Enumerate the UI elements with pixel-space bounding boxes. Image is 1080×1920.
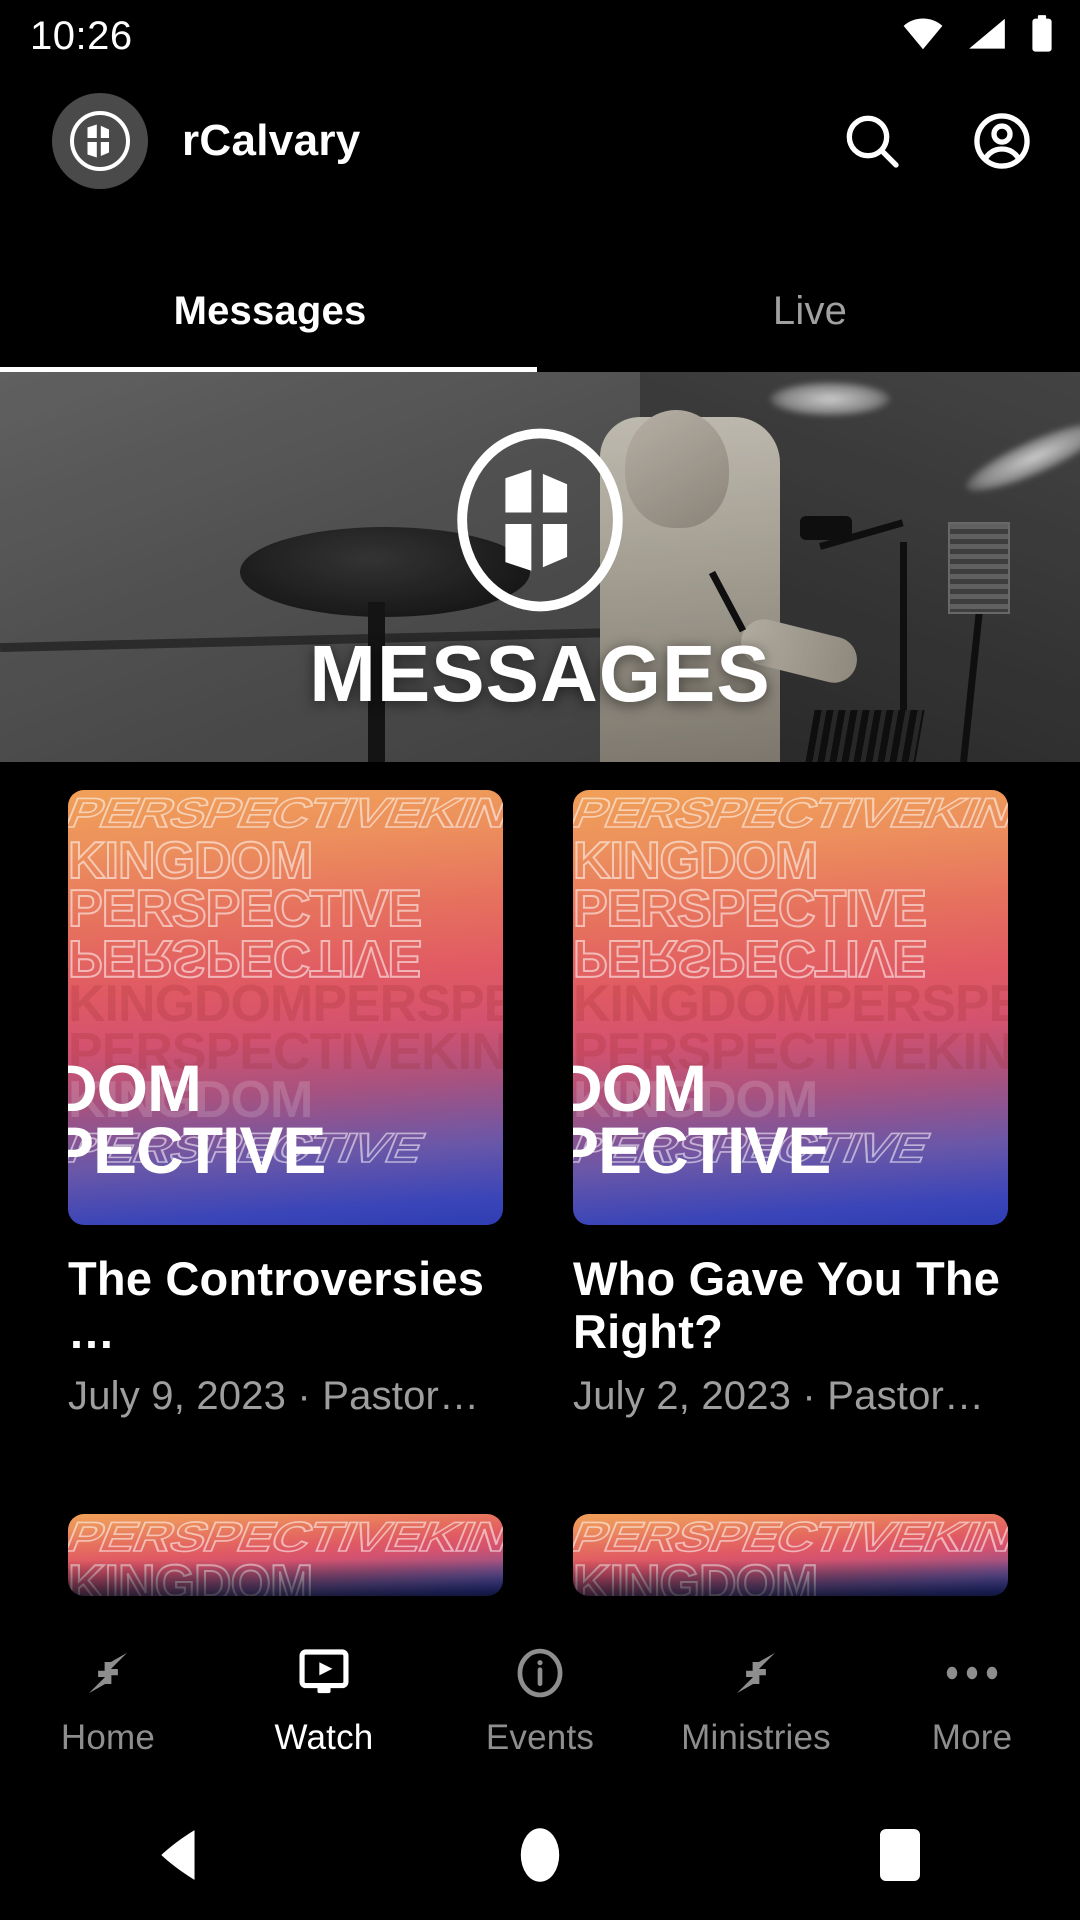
- nav-item-ministries[interactable]: Ministries: [648, 1644, 864, 1758]
- app-brand[interactable]: rCalvary: [52, 93, 834, 189]
- sermon-thumbnail[interactable]: PERSPECTIVEKINGDOM KINGDOM: [68, 1513, 503, 1596]
- tab-live-label: Live: [772, 288, 848, 333]
- artwork-text-row: PERSPECTIVEKINGDOM: [68, 1513, 503, 1561]
- nav-item-watch[interactable]: Watch: [216, 1644, 432, 1758]
- wifi-icon: [902, 17, 944, 56]
- nav-item-events[interactable]: Events: [432, 1644, 648, 1758]
- collapse-arrows-icon: [729, 1644, 783, 1702]
- sermon-meta: July 9, 2023 · Pastor…: [68, 1374, 480, 1419]
- sermon-card[interactable]: PERSPECTIVEKINGDOM KINGDOM PERSPECTIVE P…: [68, 790, 503, 1444]
- account-circle-icon[interactable]: [964, 103, 1040, 179]
- nav-label-home: Home: [60, 1718, 156, 1757]
- app-bar-actions: [834, 103, 1040, 179]
- hero-banner[interactable]: MESSAGES: [0, 372, 1080, 762]
- nav-label-more: More: [931, 1718, 1013, 1757]
- more-horizontal-icon: [942, 1644, 1002, 1702]
- artwork-text-row: KINGDOM: [573, 831, 819, 890]
- home-circle-icon[interactable]: [480, 1795, 600, 1915]
- cellular-signal-icon: [966, 17, 1008, 56]
- sermon-grid: PERSPECTIVEKINGDOM KINGDOM PERSPECTIVE P…: [0, 790, 1080, 1620]
- sermon-thumbnail[interactable]: PERSPECTIVEKINGDOM KINGDOM: [573, 1513, 1008, 1596]
- nav-label-watch: Watch: [274, 1718, 374, 1757]
- recents-square-icon[interactable]: [840, 1795, 960, 1915]
- artwork-text-row: PERSPECTIVEKINGDOM: [573, 1513, 1008, 1561]
- system-navigation-bar: [0, 1790, 1080, 1920]
- artwork-headline-2: PECTIVE: [573, 1112, 831, 1187]
- bottom-navigation: Home Watch Events Ministries More: [0, 1622, 1080, 1790]
- collapse-arrows-icon: [81, 1644, 135, 1702]
- status-clock: 10:26: [30, 13, 133, 58]
- artwork-text-row: PERSPECTIVE: [573, 928, 927, 988]
- nav-label-ministries: Ministries: [681, 1718, 831, 1757]
- artwork-text-row: KINGDOM: [573, 1555, 819, 1596]
- app-title: rCalvary: [182, 116, 361, 165]
- back-triangle-icon[interactable]: [120, 1795, 240, 1915]
- nav-item-home[interactable]: Home: [0, 1644, 216, 1758]
- nav-label-events: Events: [485, 1718, 595, 1757]
- tab-live[interactable]: Live: [540, 250, 1080, 372]
- sermon-thumbnail[interactable]: PERSPECTIVEKINGDOM KINGDOM PERSPECTIVE P…: [573, 790, 1008, 1225]
- sermon-card[interactable]: PERSPECTIVEKINGDOM KINGDOM PERSPECTIVE P…: [573, 790, 1008, 1444]
- app-bar: rCalvary: [0, 78, 1080, 204]
- nav-item-more[interactable]: More: [864, 1644, 1080, 1758]
- status-bar: 10:26: [0, 0, 1080, 72]
- artwork-text-row: PERSPECTIVEKINGDOM: [573, 790, 1008, 837]
- sermon-title: Who Gave You The Right?: [573, 1252, 1001, 1358]
- artwork-text-row: KINGDOM: [68, 831, 314, 890]
- church-cross-logo-icon: [52, 93, 148, 189]
- sermon-title: The Controversies …: [68, 1252, 485, 1358]
- sermon-card[interactable]: PERSPECTIVEKINGDOM KINGDOM: [68, 1513, 503, 1620]
- artwork-text-row: PERSPECTIVE: [573, 879, 928, 938]
- artwork-text-row: PERSPECTIVE: [68, 928, 422, 988]
- phone-screen: 10:26 rCalvary Messages Live MESSAGES PE…: [0, 0, 1080, 1920]
- status-icons: [902, 14, 1054, 58]
- artwork-headline-2: PECTIVE: [68, 1112, 326, 1187]
- tab-bar: Messages Live: [0, 250, 1080, 372]
- artwork-text-row: KINGDOMPERSPECTIVE: [573, 975, 1008, 1034]
- search-icon[interactable]: [834, 103, 910, 179]
- artwork-text-row: PERSPECTIVEKINGDOM: [68, 790, 503, 837]
- sermon-meta: July 2, 2023 · Pastor…: [573, 1374, 985, 1419]
- church-cross-logo-icon: [442, 422, 638, 618]
- monitor-play-icon: [296, 1644, 352, 1702]
- artwork-text-row: PERSPECTIVE: [68, 879, 423, 938]
- artwork-text-row: KINGDOMPERSPECTIVE: [68, 975, 503, 1034]
- hero-overlay-title: MESSAGES: [309, 629, 771, 718]
- battery-icon: [1030, 14, 1054, 58]
- tab-messages[interactable]: Messages: [0, 250, 540, 372]
- sermon-thumbnail[interactable]: PERSPECTIVEKINGDOM KINGDOM PERSPECTIVE P…: [68, 790, 503, 1225]
- artwork-text-row: KINGDOM: [68, 1555, 314, 1596]
- tab-messages-label: Messages: [173, 288, 367, 333]
- info-circle-icon: [512, 1644, 568, 1702]
- sermon-card[interactable]: PERSPECTIVEKINGDOM KINGDOM: [573, 1513, 1008, 1620]
